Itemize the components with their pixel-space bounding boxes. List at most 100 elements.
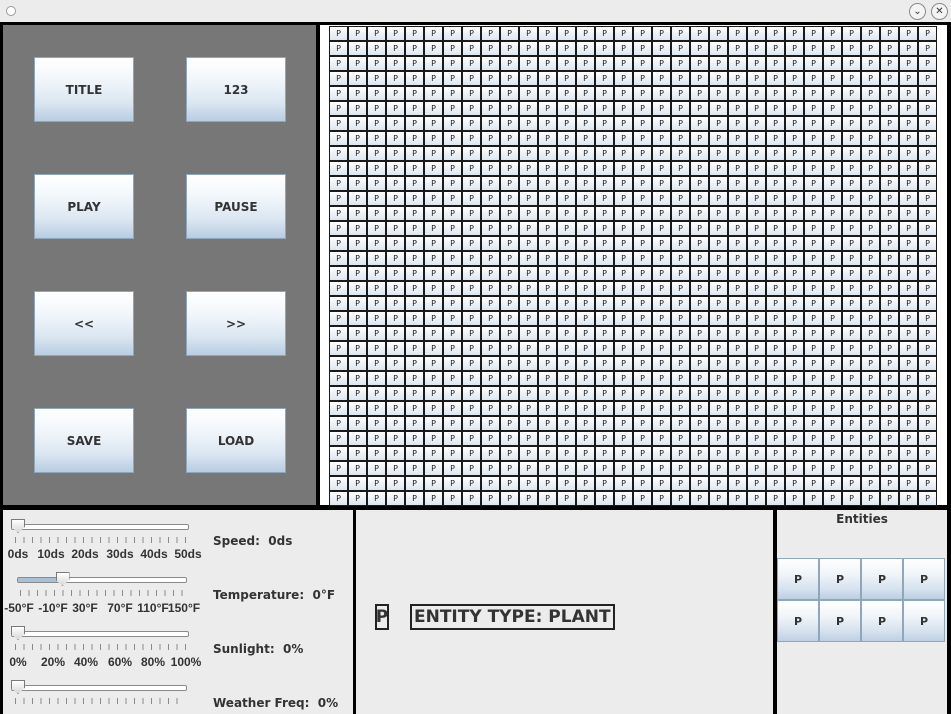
grid-cell[interactable]: P bbox=[842, 296, 861, 311]
grid-cell[interactable]: P bbox=[861, 191, 880, 206]
grid-cell[interactable]: P bbox=[842, 461, 861, 476]
grid-cell[interactable]: P bbox=[348, 476, 367, 491]
grid-cell[interactable]: P bbox=[785, 401, 804, 416]
grid-cell[interactable]: P bbox=[842, 491, 861, 506]
grid-cell[interactable]: P bbox=[595, 236, 614, 251]
grid-cell[interactable]: P bbox=[918, 71, 937, 86]
grid-cell[interactable]: P bbox=[633, 386, 652, 401]
grid-cell[interactable]: P bbox=[842, 431, 861, 446]
grid-cell[interactable]: P bbox=[709, 161, 728, 176]
grid-cell[interactable]: P bbox=[747, 146, 766, 161]
grid-cell[interactable]: P bbox=[880, 251, 899, 266]
grid-cell[interactable]: P bbox=[861, 101, 880, 116]
grid-cell[interactable]: P bbox=[899, 236, 918, 251]
grid-cell[interactable]: P bbox=[880, 71, 899, 86]
grid-cell[interactable]: P bbox=[462, 71, 481, 86]
grid-cell[interactable]: P bbox=[538, 191, 557, 206]
grid-cell[interactable]: P bbox=[538, 251, 557, 266]
grid-cell[interactable]: P bbox=[386, 371, 405, 386]
grid-cell[interactable]: P bbox=[481, 161, 500, 176]
grid-cell[interactable]: P bbox=[709, 371, 728, 386]
grid-cell[interactable]: P bbox=[443, 281, 462, 296]
grid-cell[interactable]: P bbox=[747, 221, 766, 236]
grid-cell[interactable]: P bbox=[595, 461, 614, 476]
grid-cell[interactable]: P bbox=[500, 371, 519, 386]
grid-cell[interactable]: P bbox=[690, 491, 709, 506]
grid-cell[interactable]: P bbox=[424, 341, 443, 356]
grid-cell[interactable]: P bbox=[557, 71, 576, 86]
grid-cell[interactable]: P bbox=[576, 311, 595, 326]
grid-cell[interactable]: P bbox=[481, 116, 500, 131]
grid-cell[interactable]: P bbox=[405, 56, 424, 71]
grid-cell[interactable]: P bbox=[367, 386, 386, 401]
weather-slider-thumb[interactable] bbox=[11, 680, 25, 694]
grid-cell[interactable]: P bbox=[481, 401, 500, 416]
grid-cell[interactable]: P bbox=[595, 326, 614, 341]
grid-cell[interactable]: P bbox=[842, 86, 861, 101]
grid-cell[interactable]: P bbox=[424, 386, 443, 401]
grid-cell[interactable]: P bbox=[747, 431, 766, 446]
grid-cell[interactable]: P bbox=[424, 251, 443, 266]
grid-cell[interactable]: P bbox=[823, 56, 842, 71]
grid-cell[interactable]: P bbox=[367, 41, 386, 56]
grid-cell[interactable]: P bbox=[386, 356, 405, 371]
grid-cell[interactable]: P bbox=[614, 221, 633, 236]
grid-cell[interactable]: P bbox=[899, 161, 918, 176]
grid-cell[interactable]: P bbox=[880, 161, 899, 176]
grid-cell[interactable]: P bbox=[519, 296, 538, 311]
grid-cell[interactable]: P bbox=[842, 326, 861, 341]
grid-cell[interactable]: P bbox=[614, 386, 633, 401]
grid-cell[interactable]: P bbox=[747, 371, 766, 386]
grid-cell[interactable]: P bbox=[329, 341, 348, 356]
grid-cell[interactable]: P bbox=[842, 476, 861, 491]
grid-cell[interactable]: P bbox=[519, 221, 538, 236]
grid-cell[interactable]: P bbox=[652, 371, 671, 386]
grid-cell[interactable]: P bbox=[823, 386, 842, 401]
grid-cell[interactable]: P bbox=[728, 281, 747, 296]
grid-cell[interactable]: P bbox=[367, 311, 386, 326]
grid-cell[interactable]: P bbox=[918, 371, 937, 386]
grid-cell[interactable]: P bbox=[519, 71, 538, 86]
grid-cell[interactable]: P bbox=[405, 431, 424, 446]
grid-cell[interactable]: P bbox=[595, 176, 614, 191]
grid-cell[interactable]: P bbox=[633, 431, 652, 446]
grid-cell[interactable]: P bbox=[861, 431, 880, 446]
grid-cell[interactable]: P bbox=[747, 176, 766, 191]
grid-cell[interactable]: P bbox=[462, 281, 481, 296]
grid-cell[interactable]: P bbox=[614, 266, 633, 281]
grid-cell[interactable]: P bbox=[766, 356, 785, 371]
grid-cell[interactable]: P bbox=[576, 131, 595, 146]
grid-cell[interactable]: P bbox=[519, 101, 538, 116]
grid-cell[interactable]: P bbox=[804, 326, 823, 341]
grid-cell[interactable]: P bbox=[785, 416, 804, 431]
grid-cell[interactable]: P bbox=[367, 206, 386, 221]
grid-cell[interactable]: P bbox=[595, 401, 614, 416]
grid-cell[interactable]: P bbox=[481, 386, 500, 401]
grid-cell[interactable]: P bbox=[405, 71, 424, 86]
grid-cell[interactable]: P bbox=[823, 401, 842, 416]
grid-cell[interactable]: P bbox=[405, 131, 424, 146]
grid-cell[interactable]: P bbox=[348, 236, 367, 251]
grid-cell[interactable]: P bbox=[367, 296, 386, 311]
grid-cell[interactable]: P bbox=[500, 281, 519, 296]
grid-cell[interactable]: P bbox=[671, 56, 690, 71]
grid-cell[interactable]: P bbox=[405, 386, 424, 401]
grid-cell[interactable]: P bbox=[424, 236, 443, 251]
grid-cell[interactable]: P bbox=[367, 446, 386, 461]
grid-cell[interactable]: P bbox=[728, 446, 747, 461]
grid-cell[interactable]: P bbox=[652, 416, 671, 431]
grid-cell[interactable]: P bbox=[747, 191, 766, 206]
grid-cell[interactable]: P bbox=[557, 176, 576, 191]
grid-cell[interactable]: P bbox=[595, 341, 614, 356]
grid-cell[interactable]: P bbox=[861, 416, 880, 431]
grid-cell[interactable]: P bbox=[823, 431, 842, 446]
grid-cell[interactable]: P bbox=[576, 431, 595, 446]
grid-cell[interactable]: P bbox=[424, 131, 443, 146]
grid-cell[interactable]: P bbox=[386, 296, 405, 311]
grid-cell[interactable]: P bbox=[367, 146, 386, 161]
grid-cell[interactable]: P bbox=[443, 86, 462, 101]
grid-cell[interactable]: P bbox=[804, 206, 823, 221]
grid-cell[interactable]: P bbox=[443, 371, 462, 386]
grid-cell[interactable]: P bbox=[823, 491, 842, 506]
load-button[interactable]: LOAD bbox=[186, 408, 286, 473]
